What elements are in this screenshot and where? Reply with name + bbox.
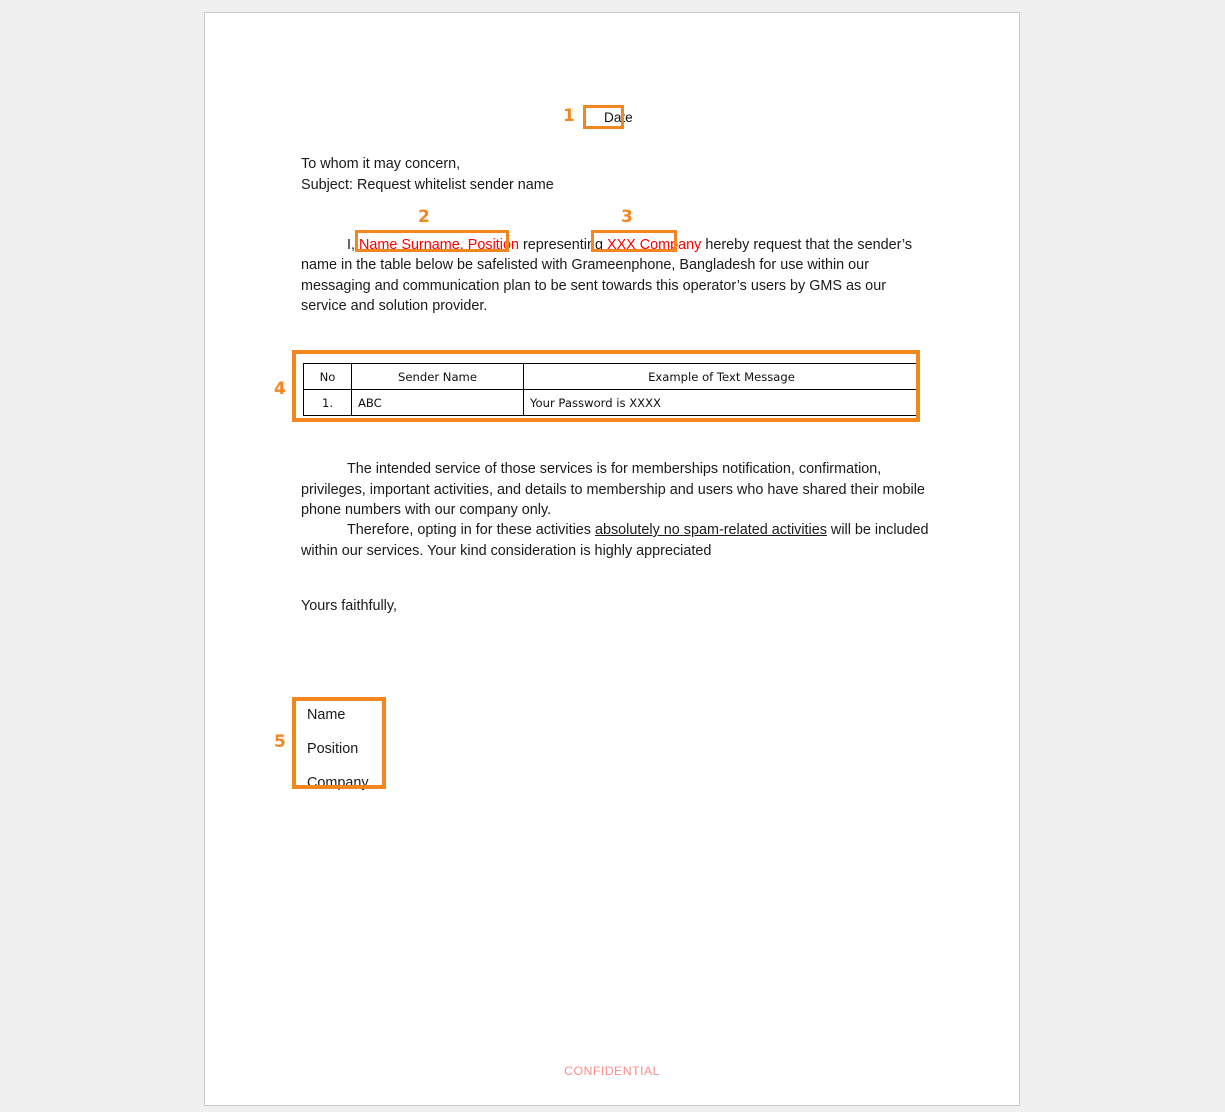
company-name-placeholder[interactable]: XXX Company [606, 237, 702, 253]
annotation-number-4: 4 [274, 379, 286, 399]
column-header-example-text-message: Example of Text Message [523, 363, 920, 390]
greeting-line: To whom it may concern, [301, 156, 461, 172]
sender-name-position-placeholder[interactable]: Name Surname, Position [359, 237, 519, 253]
date-field[interactable]: Date [604, 110, 633, 126]
paragraph-2-text: The intended service of those services i… [301, 461, 925, 519]
annotation-number-1: 1 [563, 106, 575, 126]
cell-no[interactable]: 1. [303, 389, 352, 416]
date-line: Date [581, 106, 681, 130]
sender-table: No Sender Name Example of Text Message 1… [303, 363, 920, 416]
footer-confidential-label: CONFIDENTIAL [564, 1064, 660, 1078]
sender-table-wrapper: No Sender Name Example of Text Message 1… [303, 363, 920, 416]
paragraph-middle: representing [518, 237, 607, 253]
body-paragraph-3: Therefore, opting in for these activitie… [301, 520, 931, 561]
subject-line: Subject: Request whitelist sender name [301, 177, 554, 193]
salutation-block: To whom it may concern, Subject: Request… [301, 154, 941, 196]
signature-position[interactable]: Position [301, 732, 395, 766]
closing-line: Yours faithfully, [301, 598, 397, 614]
column-header-sender-name: Sender Name [351, 363, 524, 390]
table-row: 1. ABC Your Password is XXXX [303, 389, 920, 416]
signature-company[interactable]: Company [301, 766, 395, 800]
signature-name[interactable]: Name [301, 698, 395, 732]
column-header-no: No [303, 363, 352, 390]
paragraph-lead: I, [347, 237, 359, 253]
annotation-number-5: 5 [274, 732, 286, 752]
annotation-number-2: 2 [418, 207, 430, 227]
body-paragraph-2: The intended service of those services i… [301, 459, 931, 521]
table-header-row: No Sender Name Example of Text Message [303, 363, 920, 390]
paragraph-3-underlined-phrase: absolutely no spam-related activities [594, 522, 827, 538]
document-page: Date To whom it may concern, Subject: Re… [204, 12, 1020, 1106]
paragraph-3-before: Therefore, opting in for these activitie… [347, 522, 595, 538]
cell-sender-name[interactable]: ABC [351, 389, 524, 416]
body-paragraph-1: I, Name Surname, Position representing X… [301, 235, 927, 317]
cell-example-text-message[interactable]: Your Password is XXXX [523, 389, 920, 416]
annotation-number-3: 3 [621, 207, 633, 227]
signature-block: Name Position Company [301, 698, 395, 800]
